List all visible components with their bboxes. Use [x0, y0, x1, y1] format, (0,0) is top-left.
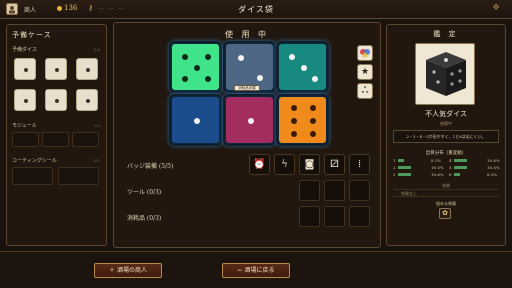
- dist-percent: 16.6%: [431, 165, 444, 170]
- screen-title: ダイス袋: [238, 5, 274, 14]
- die-pip: [310, 131, 317, 138]
- coating-slot[interactable]: [58, 167, 99, 185]
- dist-face: 5: [449, 165, 452, 170]
- appraisal-title: 鑑 定: [433, 30, 459, 38]
- die-pip: [290, 104, 297, 111]
- coating-count: 0/2: [94, 158, 101, 163]
- dist-bar: [398, 166, 411, 169]
- dist-bar: [454, 159, 467, 162]
- distribution-title: 出目分布（重変動）: [425, 151, 467, 156]
- consumable-slot[interactable]: [324, 206, 345, 227]
- dist-bar: [398, 159, 404, 162]
- spare-dice-count: 6/6: [94, 47, 101, 52]
- active-die[interactable]: [225, 43, 274, 91]
- die-pip: [193, 118, 200, 124]
- dist-bar: [398, 173, 411, 176]
- dice-pair-icon[interactable]: ⚂: [324, 154, 345, 175]
- dist-percent: 8.3%: [487, 172, 498, 177]
- dist-percent: 16.6%: [487, 165, 500, 170]
- consumable-slot[interactable]: [299, 206, 320, 227]
- die-pip: [290, 118, 297, 124]
- spare-case-title: 予備ケース: [12, 31, 52, 39]
- module-slot[interactable]: [72, 132, 99, 147]
- consumable-label: 消耗品 (0/3): [127, 215, 162, 222]
- star-icon[interactable]: ★: [357, 64, 373, 80]
- die-preview-icon: [426, 52, 466, 96]
- active-die[interactable]: [171, 43, 220, 91]
- spare-die[interactable]: [45, 89, 67, 111]
- swirl-icon[interactable]: ஃ: [357, 83, 373, 99]
- badge-label: バッジ装備 (5/5): [127, 163, 174, 170]
- needle-icon[interactable]: ⁞: [349, 154, 370, 175]
- equip-badge-icon[interactable]: ✿: [439, 208, 451, 219]
- back-to-tavern-button[interactable]: ← 酒場に戻る: [222, 263, 290, 278]
- consumable-slot[interactable]: [349, 206, 370, 227]
- spare-die[interactable]: [14, 58, 36, 80]
- spare-die[interactable]: [45, 58, 67, 80]
- dist-face: 1: [393, 158, 396, 163]
- active-die[interactable]: [225, 96, 274, 144]
- tool-slot[interactable]: [299, 180, 320, 201]
- die-pip: [204, 53, 211, 60]
- coating-slot[interactable]: [12, 167, 53, 185]
- die-pip: [257, 74, 264, 81]
- active-die[interactable]: [278, 96, 327, 144]
- die-pip: [182, 76, 189, 83]
- die-pip: [311, 76, 318, 83]
- die-pip: [300, 65, 307, 71]
- die-pip: [237, 55, 244, 62]
- coating-label: コーティングシール: [12, 158, 57, 164]
- die-preview-frame: [415, 43, 475, 105]
- die-pip: [310, 104, 317, 111]
- die-pip: [247, 118, 254, 124]
- alarm-icon[interactable]: ⏰: [249, 154, 270, 175]
- dist-face: 6: [449, 172, 452, 177]
- die-description: 2・3・4・5が出やすく、1と6は出にくい。: [393, 130, 499, 143]
- effect-value: 効果なし: [393, 189, 499, 197]
- in-use-title: 使 用 中: [224, 30, 270, 39]
- die-pip: [193, 65, 200, 71]
- lightning-icon[interactable]: ϟ: [274, 154, 295, 175]
- dist-percent: 8.3%: [431, 158, 442, 163]
- dist-bar: [454, 173, 460, 176]
- spare-die[interactable]: [76, 89, 98, 111]
- die-status: 装備中: [440, 121, 452, 126]
- spare-die[interactable]: [14, 89, 36, 111]
- spare-dice-label: 予備ダイス: [12, 47, 37, 53]
- die-name: 不人気ダイス: [425, 110, 467, 118]
- dist-percent: 16.6%: [487, 158, 500, 163]
- dist-bar: [454, 166, 467, 169]
- tavern-merchant-button[interactable]: ＋ 酒場の商人: [94, 263, 162, 278]
- tool-slot[interactable]: [324, 180, 345, 201]
- die-pip: [182, 53, 189, 60]
- dist-face: 2: [393, 165, 396, 170]
- menu-icon[interactable]: ❖: [488, 3, 504, 15]
- module-count: 0/3: [94, 123, 101, 128]
- dist-face: 3: [393, 172, 396, 177]
- dist-percent: 16.6%: [431, 172, 444, 177]
- tooltip: 消耗品効果: [234, 85, 260, 91]
- module-slot[interactable]: [42, 132, 69, 147]
- die-pip: [204, 76, 211, 83]
- target-icon[interactable]: ◙: [299, 154, 320, 175]
- active-die[interactable]: [171, 96, 220, 144]
- tool-slot[interactable]: [349, 180, 370, 201]
- module-slot[interactable]: [12, 132, 39, 147]
- die-pip: [290, 131, 297, 138]
- equip-label: 組める装備: [436, 201, 456, 206]
- dist-face: 4: [449, 158, 452, 163]
- tool-label: ツール (0/3): [127, 189, 162, 196]
- palette-icon[interactable]: [357, 45, 373, 61]
- active-die[interactable]: [278, 43, 327, 91]
- spare-die[interactable]: [76, 58, 98, 80]
- module-label: モジュール: [12, 123, 37, 129]
- die-pip: [310, 118, 317, 124]
- die-pip: [289, 53, 296, 60]
